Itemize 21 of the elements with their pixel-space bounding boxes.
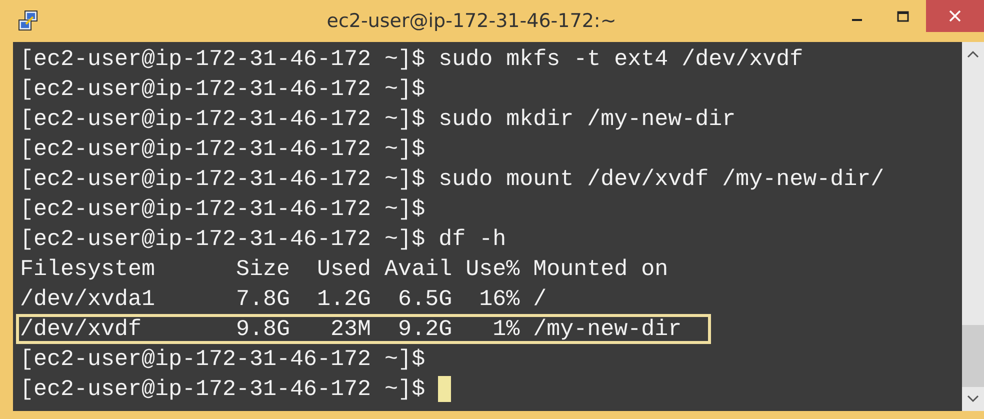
terminal-line: [ec2-user@ip-172-31-46-172 ~]$ df -h	[20, 225, 506, 254]
terminal-line: [ec2-user@ip-172-31-46-172 ~]$ sudo mkdir /my-new-dir	[20, 105, 736, 134]
close-button[interactable]	[926, 0, 984, 32]
window-title: ec2-user@ip-172-31-46-172:~	[326, 10, 618, 32]
minimize-icon	[852, 19, 862, 21]
terminal-line: [ec2-user@ip-172-31-46-172 ~]$	[20, 195, 426, 224]
terminal-line: [ec2-user@ip-172-31-46-172 ~]$	[20, 375, 426, 404]
close-icon	[949, 10, 961, 22]
scroll-down-icon[interactable]	[967, 395, 979, 403]
terminal-line: Filesystem Size Used Avail Use% Mounted on	[20, 255, 668, 284]
terminal-line: [ec2-user@ip-172-31-46-172 ~]$	[20, 345, 426, 374]
scrollbar[interactable]	[962, 42, 984, 411]
scrollbar-thumb[interactable]	[962, 325, 984, 387]
maximize-icon	[897, 10, 909, 22]
terminal-line: [ec2-user@ip-172-31-46-172 ~]$	[20, 75, 426, 104]
computer-icon	[17, 10, 39, 32]
terminal-line: [ec2-user@ip-172-31-46-172 ~]$ sudo mount /dev/xvdf /my-new-dir/	[20, 165, 884, 194]
scroll-up-icon[interactable]	[967, 50, 979, 58]
terminal-line: [ec2-user@ip-172-31-46-172 ~]$	[20, 135, 426, 164]
terminal-line: [ec2-user@ip-172-31-46-172 ~]$ sudo mkfs -t ext4 /dev/xvdf	[20, 45, 804, 74]
terminal-line: /dev/xvda1 7.8G 1.2G 6.5G 16% /	[20, 285, 547, 314]
